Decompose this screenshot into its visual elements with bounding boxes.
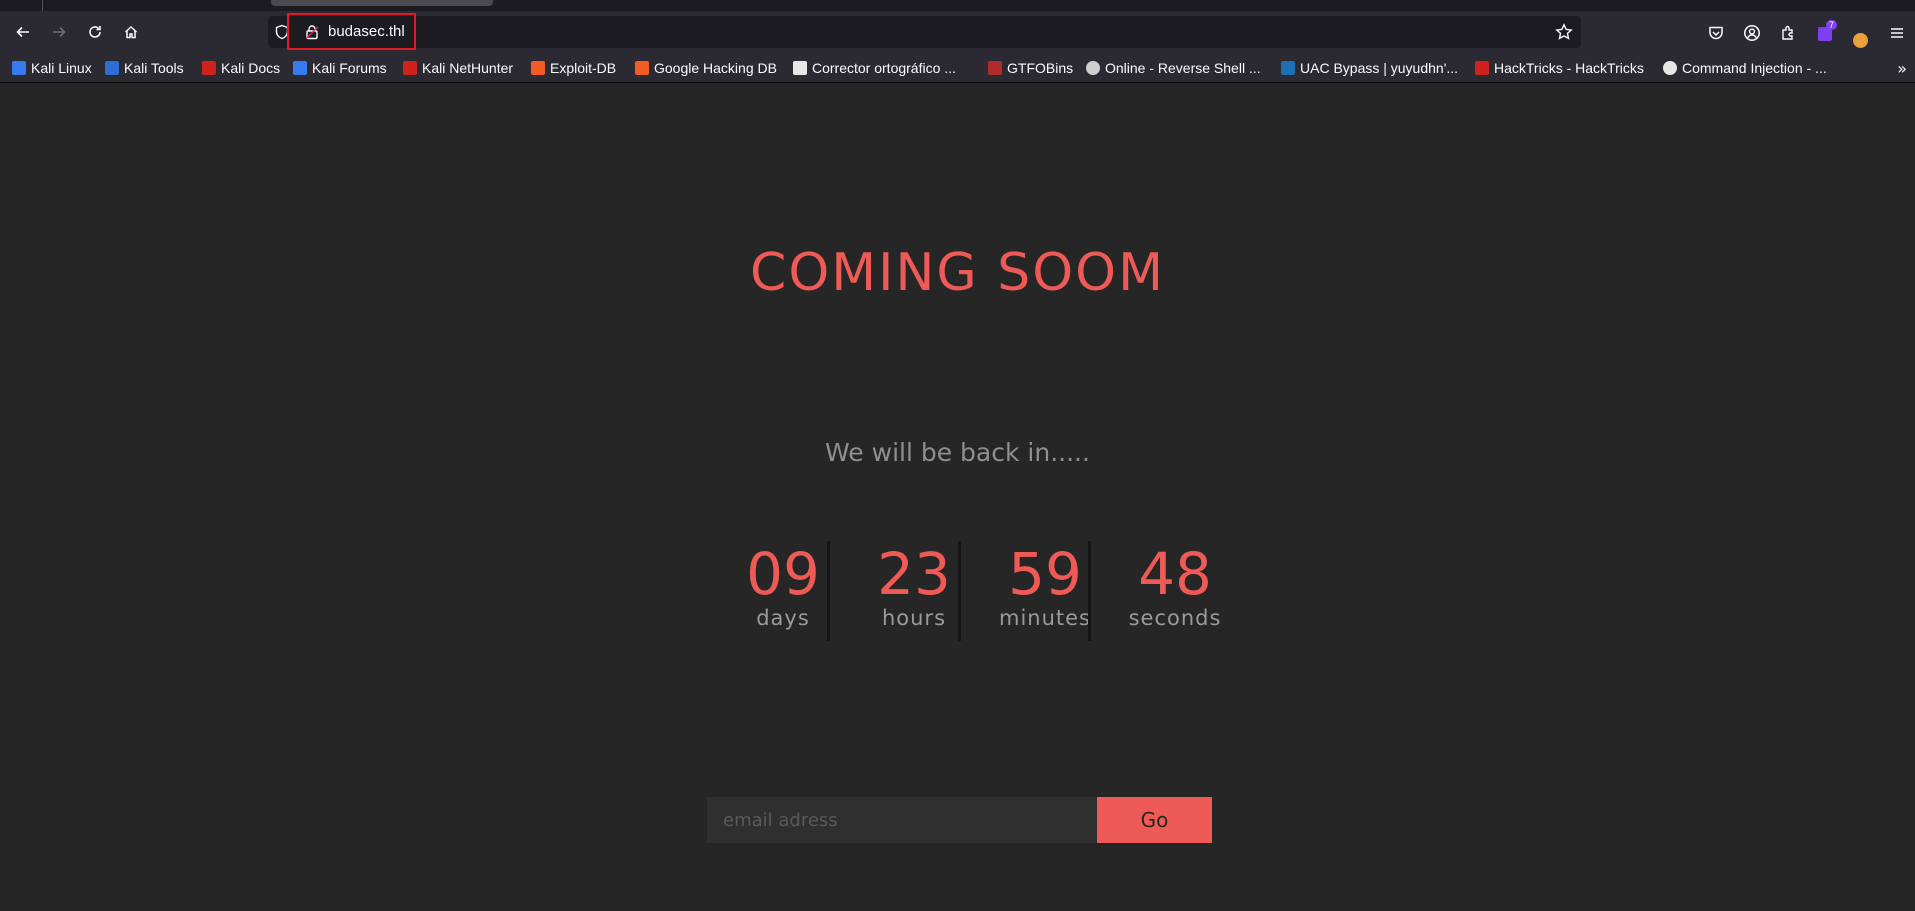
kali-nethunter-icon <box>403 61 417 75</box>
extensions-icon <box>1782 25 1793 40</box>
page-subtitle: We will be back in..... <box>825 438 1090 467</box>
bookmark-hacktricks[interactable]: HackTricks - HackTricks <box>1475 58 1644 78</box>
bookmark-kali-linux[interactable]: Kali Linux <box>12 58 92 78</box>
bookmark-uac-bypass[interactable]: UAC Bypass | yuyudhn'... <box>1281 58 1458 78</box>
go-button[interactable]: Go <box>1097 797 1212 843</box>
countdown-divider <box>958 541 961 641</box>
bookmark-label: Corrector ortográfico ... <box>812 60 956 76</box>
bookmark-command-injection[interactable]: Command Injection - ... <box>1663 58 1827 78</box>
countdown-timer: 09 days 23 hours 59 minutes 48 seconds <box>718 541 1220 641</box>
bookmark-label: HackTricks - HackTricks <box>1494 60 1644 76</box>
bookmark-label: GTFOBins <box>1007 60 1074 76</box>
skull-icon <box>1086 61 1100 75</box>
pocket-icon <box>1709 26 1723 40</box>
chevron-right-double-icon[interactable]: » <box>1897 59 1907 78</box>
bookmark-kali-forums[interactable]: Kali Forums <box>293 58 387 78</box>
bookmark-reverse-shell[interactable]: Online - Reverse Shell ... <box>1086 58 1261 78</box>
extensions-button[interactable] <box>1779 24 1797 42</box>
bookmark-label: Kali NetHunter <box>422 60 514 76</box>
url-highlight-box <box>287 13 416 50</box>
bookmark-kali-nethunter[interactable]: Kali NetHunter <box>403 58 513 78</box>
forward-button[interactable] <box>45 18 73 46</box>
email-input[interactable] <box>707 797 1097 843</box>
ghdb-icon <box>635 61 649 75</box>
page-title: COMING SOOM <box>750 243 1165 303</box>
bookmarks-toolbar: Kali Linux Kali Tools Kali Docs Kali For… <box>0 53 1915 83</box>
bookmark-exploit-db[interactable]: Exploit-DB <box>531 58 616 78</box>
reload-icon <box>89 26 101 38</box>
bookmark-label: Command Injection - ... <box>1682 60 1827 76</box>
extension-badge-count: 7 <box>1826 20 1838 30</box>
address-bar[interactable]: budasec.thl <box>268 16 1581 48</box>
hacktricks-icon <box>1475 61 1489 75</box>
back-button[interactable] <box>9 18 37 46</box>
page-content: COMING SOOM We will be back in..... 09 d… <box>0 83 1915 911</box>
uac-bypass-icon <box>1281 61 1295 75</box>
menu-icon <box>1891 28 1903 38</box>
pocket-button[interactable] <box>1707 24 1725 42</box>
command-injection-icon <box>1663 61 1677 75</box>
account-button[interactable] <box>1743 24 1761 42</box>
countdown-divider <box>1088 541 1091 641</box>
bookmark-kali-tools[interactable]: Kali Tools <box>105 58 184 78</box>
arrow-right-icon <box>53 26 66 38</box>
bookmark-label: UAC Bypass | yuyudhn'... <box>1300 60 1459 76</box>
active-tab[interactable] <box>271 0 493 6</box>
corrector-icon <box>793 61 807 75</box>
bookmark-kali-docs[interactable]: Kali Docs <box>202 58 280 78</box>
bookmark-label: Kali Tools <box>124 60 184 76</box>
bookmark-label: Kali Forums <box>312 60 387 76</box>
home-icon <box>124 25 138 39</box>
tab-strip <box>0 0 1915 11</box>
bookmark-gtfobins[interactable]: GTFOBins <box>988 58 1073 78</box>
exploit-db-icon <box>531 61 545 75</box>
countdown-label: seconds <box>1128 606 1222 630</box>
cookie-extension-icon[interactable] <box>1853 33 1868 48</box>
bookmark-label: Kali Linux <box>31 60 92 76</box>
kali-forums-icon <box>293 61 307 75</box>
kali-docs-icon <box>202 61 216 75</box>
kali-dragon-icon <box>12 61 26 75</box>
kali-tools-icon <box>105 61 119 75</box>
bookmark-google-hacking-db[interactable]: Google Hacking DB <box>635 58 777 78</box>
arrow-left-icon <box>16 26 29 38</box>
bookmark-label: Online - Reverse Shell ... <box>1105 60 1261 76</box>
bookmark-corrector[interactable]: Corrector ortográfico ... <box>793 58 956 78</box>
reload-button[interactable] <box>81 18 109 46</box>
home-button[interactable] <box>117 18 145 46</box>
bookmark-label: Google Hacking DB <box>654 60 777 76</box>
account-icon <box>1744 25 1760 41</box>
bookmark-label: Exploit-DB <box>550 60 617 76</box>
gtfobins-icon <box>988 61 1002 75</box>
countdown-divider <box>827 541 830 641</box>
tab-separator <box>42 0 43 11</box>
bookmark-label: Kali Docs <box>221 60 281 76</box>
countdown-value: 48 <box>1138 540 1212 608</box>
menu-button[interactable] <box>1888 24 1906 42</box>
bookmark-star-icon[interactable] <box>1555 23 1573 41</box>
countdown-seconds: 48 seconds <box>1110 541 1240 641</box>
